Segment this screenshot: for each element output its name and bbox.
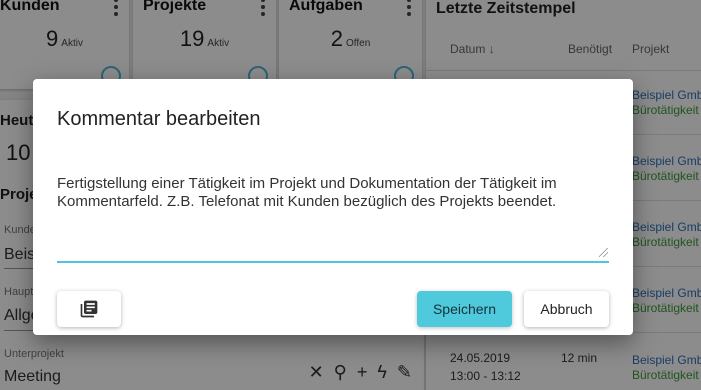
save-button[interactable]: Speichern [417,291,512,327]
dialog-title: Kommentar bearbeiten [57,108,261,130]
edit-comment-dialog: Kommentar bearbeiten Fertigstellung eine… [33,79,633,335]
library-books-button[interactable] [57,291,121,327]
comment-textarea[interactable]: Fertigstellung einer Tätigkeit im Projek… [57,175,609,261]
comment-underline [57,261,609,263]
cancel-button[interactable]: Abbruch [524,291,609,327]
library-books-icon [80,300,98,318]
resize-handle-icon[interactable] [599,248,608,257]
